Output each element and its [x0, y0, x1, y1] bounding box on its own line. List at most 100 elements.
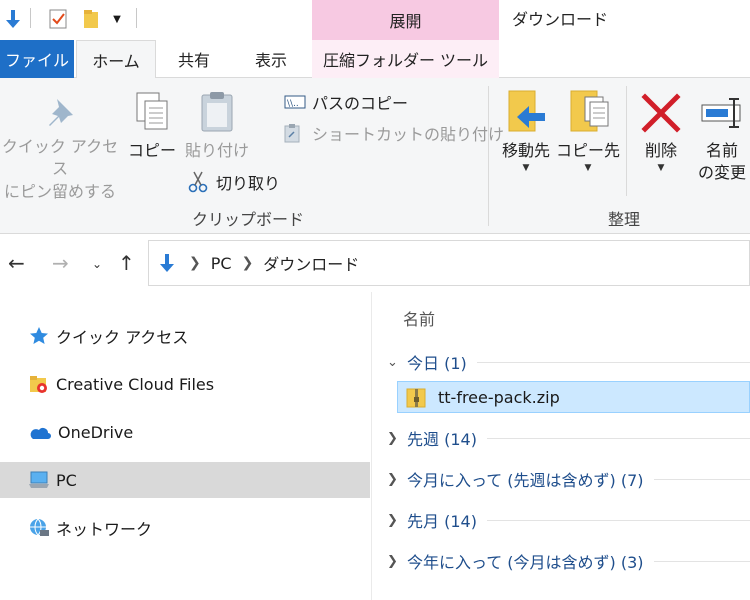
group-header-this-year[interactable]: ❯ 今年に入って (今月は含めず) (3)	[387, 547, 750, 575]
clipboard-group-label: クリップボード	[192, 210, 305, 229]
file-row-selected[interactable]: tt-free-pack.zip	[397, 381, 750, 413]
new-folder-icon[interactable]	[82, 8, 100, 30]
copy-to-button[interactable]: コピー先 ▼	[556, 88, 620, 173]
sidebar-item-label: OneDrive	[58, 422, 134, 442]
move-to-caret-icon: ▼	[522, 163, 530, 174]
copy-path-icon: \\..	[284, 95, 306, 109]
cut-button[interactable]: 切り取り	[188, 170, 280, 194]
copy-to-icon	[567, 88, 609, 136]
sidebar-item-label: クイック アクセス	[56, 328, 189, 347]
sidebar-item-pc[interactable]: PC	[0, 462, 370, 498]
delete-button[interactable]: 削除 ▼	[634, 90, 688, 173]
breadcrumb-chevron-icon[interactable]: ❯	[189, 255, 201, 271]
ribbon-tabs: ファイル ホーム 共有 表示 圧縮フォルダー ツール	[0, 40, 750, 79]
cloud-icon	[26, 422, 52, 442]
copy-to-label: コピー先	[556, 141, 621, 160]
address-bar[interactable]: ❯ PC ❯ ダウンロード	[148, 240, 750, 286]
group-header-last-month[interactable]: ❯ 先月 (14)	[387, 506, 750, 534]
computer-icon	[28, 470, 50, 490]
downloads-arrow-icon	[159, 253, 175, 273]
properties-icon[interactable]	[48, 8, 68, 30]
group-header-this-month[interactable]: ❯ 今月に入って (先週は含めず) (7)	[387, 465, 750, 493]
network-icon	[28, 518, 50, 538]
chevron-right-icon[interactable]: ❯	[387, 472, 407, 487]
sidebar-item-label: Creative Cloud Files	[56, 374, 215, 394]
copy-label: コピー	[128, 141, 177, 160]
move-to-button[interactable]: 移動先 ▼	[496, 88, 556, 173]
pin-to-quick-access-button[interactable]: クイック アクセス にピン留めする	[0, 92, 120, 203]
chevron-right-icon[interactable]: ❯	[387, 513, 407, 528]
pin-label: クイック アクセス にピン留めする	[1, 137, 119, 201]
rename-label-line2: の変更	[697, 163, 746, 183]
group-separator	[488, 86, 489, 226]
back-arrow-icon[interactable]: ←	[8, 251, 25, 275]
tab-file[interactable]: ファイル	[0, 40, 74, 78]
group-label: 今日 (1)	[407, 354, 467, 373]
recent-locations-chevron-icon[interactable]: ⌄	[92, 257, 102, 271]
file-name: tt-free-pack.zip	[438, 387, 560, 407]
navigation-pane: クイック アクセス Creative Cloud Files OneDrive …	[0, 292, 372, 600]
tab-compressed-folder-tools[interactable]: 圧縮フォルダー ツール	[312, 40, 499, 78]
separator	[30, 8, 31, 28]
tab-view[interactable]: 表示	[234, 40, 308, 78]
group-label: 今年に入って (今月は含めず) (3)	[407, 553, 644, 572]
column-header-name[interactable]: 名前	[403, 306, 435, 330]
delete-label: 削除	[644, 141, 677, 160]
organize-group-label: 整理	[608, 210, 641, 229]
down-arrow-icon[interactable]	[4, 8, 22, 30]
sidebar-item-label: ネットワーク	[56, 520, 153, 539]
paste-label: 貼り付け	[184, 141, 249, 160]
rename-button[interactable]: 名前 の変更	[694, 90, 750, 185]
tab-share[interactable]: 共有	[158, 40, 230, 78]
creative-cloud-folder-icon	[28, 374, 50, 394]
forward-arrow-icon[interactable]: →	[52, 251, 69, 275]
chevron-right-icon[interactable]: ❯	[387, 554, 407, 569]
group-divider	[476, 361, 750, 363]
delete-caret-icon: ▼	[657, 163, 665, 174]
group-label: 先週 (14)	[407, 430, 477, 449]
copy-path-button[interactable]: \\.. パスのコピー	[284, 90, 408, 114]
sidebar-item-creative-cloud-files[interactable]: Creative Cloud Files	[0, 366, 370, 402]
breadcrumb-downloads[interactable]: ダウンロード	[263, 251, 359, 275]
group-divider	[486, 519, 750, 521]
separator	[136, 8, 137, 28]
breadcrumb-pc[interactable]: PC	[211, 254, 232, 273]
svg-text:\\..: \\..	[287, 99, 299, 109]
group-header-last-week[interactable]: ❯ 先週 (14)	[387, 424, 750, 452]
group-header-today[interactable]: ⌄ 今日 (1)	[387, 348, 750, 376]
context-tab-extract[interactable]: 展開	[312, 0, 499, 40]
rename-icon	[700, 90, 744, 136]
breadcrumb-chevron-icon[interactable]: ❯	[242, 255, 254, 271]
group-separator	[626, 86, 627, 196]
paste-shortcut-button[interactable]: ショートカットの貼り付け	[284, 121, 504, 145]
customize-caret-icon[interactable]: ▼	[110, 8, 124, 30]
up-arrow-icon[interactable]: ↑	[118, 251, 135, 275]
group-divider	[486, 437, 750, 439]
sidebar-item-quick-access[interactable]: クイック アクセス	[0, 318, 370, 354]
paste-shortcut-label: ショートカットの貼り付け	[312, 125, 505, 144]
copy-icon	[132, 90, 172, 134]
sidebar-item-network[interactable]: ネットワーク	[0, 510, 370, 546]
chevron-right-icon[interactable]: ❯	[387, 431, 407, 446]
move-to-icon	[505, 88, 547, 136]
group-divider	[653, 560, 750, 562]
tab-home[interactable]: ホーム	[76, 40, 156, 79]
group-label: 先月 (14)	[407, 512, 477, 531]
scissors-icon	[188, 171, 210, 193]
group-divider	[653, 478, 750, 480]
group-label: 今月に入って (先週は含めず) (7)	[407, 471, 644, 490]
pin-icon	[43, 92, 77, 132]
sidebar-item-label: PC	[56, 470, 77, 490]
clipboard-icon	[199, 90, 235, 134]
copy-button[interactable]: コピー	[128, 90, 176, 162]
rename-label-line1: 名前	[705, 141, 738, 160]
sidebar-item-onedrive[interactable]: OneDrive	[0, 414, 370, 450]
paste-button[interactable]: 貼り付け	[184, 90, 250, 162]
star-icon	[28, 326, 50, 346]
paste-shortcut-icon	[284, 123, 306, 143]
copy-to-caret-icon: ▼	[584, 163, 592, 174]
chevron-down-icon[interactable]: ⌄	[387, 355, 407, 370]
zip-folder-icon	[406, 386, 426, 408]
ribbon: クイック アクセス にピン留めする コピー 貼り付け \\.. パスのコピー シ…	[0, 78, 750, 234]
move-to-label: 移動先	[501, 141, 550, 160]
